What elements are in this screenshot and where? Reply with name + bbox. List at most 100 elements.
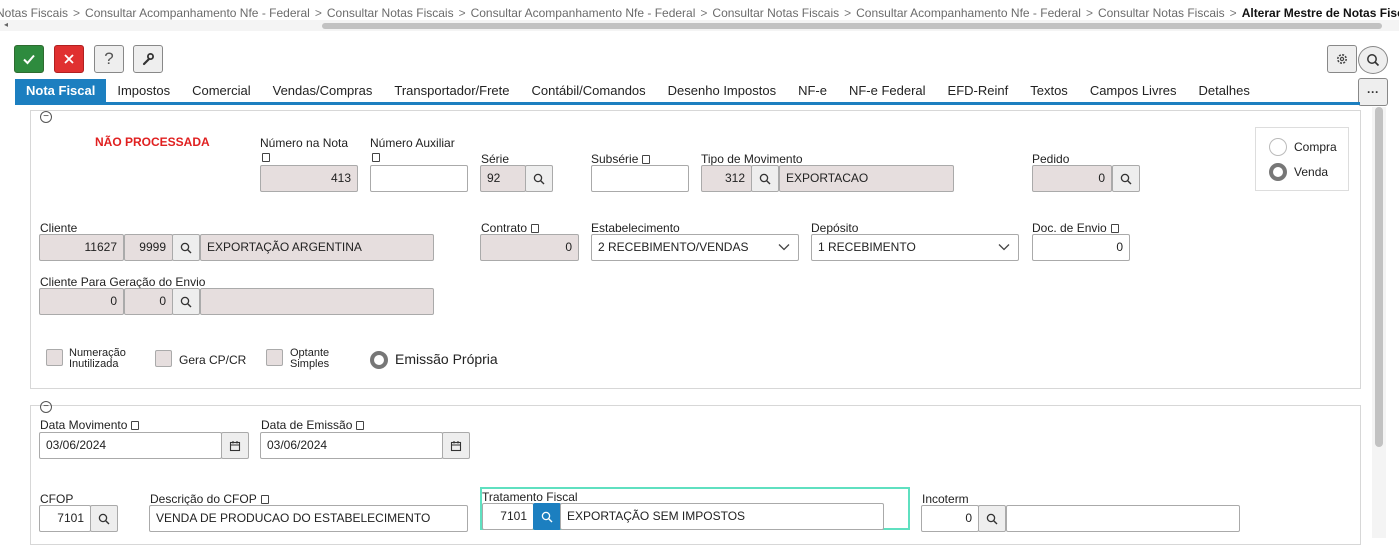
tipo-movimento-code[interactable]: 312: [701, 165, 752, 192]
gera-cpcr-checkbox[interactable]: [155, 350, 172, 367]
more-button[interactable]: ···: [1358, 78, 1388, 106]
tipo-movimento-label: Tipo de Movimento: [701, 152, 803, 166]
serie-field[interactable]: 92: [480, 165, 526, 192]
global-search-button[interactable]: [1358, 46, 1388, 74]
radio-compra-label: Compra: [1294, 140, 1337, 154]
calendar-icon: [229, 440, 241, 451]
tab-textos[interactable]: Textos: [1019, 79, 1079, 103]
incoterm-search-button[interactable]: [978, 505, 1006, 532]
tab-transportador-frete[interactable]: Transportador/Frete: [383, 79, 520, 103]
cliente-envio-code2[interactable]: 0: [124, 288, 173, 315]
tab-nfe[interactable]: NF-e: [787, 79, 838, 103]
breadcrumb-item[interactable]: Consultar Acompanhamento Nfe - Federal: [856, 6, 1081, 20]
cancel-button[interactable]: [54, 45, 84, 73]
tab-nota-fiscal[interactable]: Nota Fiscal: [15, 79, 107, 103]
copy-icon[interactable]: [356, 421, 365, 430]
breadcrumb-item[interactable]: Consultar Notas Fiscais: [327, 6, 454, 20]
chevron-down-icon[interactable]: [778, 243, 790, 251]
emissao-propria-label: Emissão Própria: [395, 351, 498, 367]
settings-button[interactable]: [1327, 45, 1357, 73]
emissao-propria-toggle[interactable]: [370, 351, 388, 369]
serie-search-button[interactable]: [525, 165, 553, 192]
cliente-envio-search-button[interactable]: [172, 288, 200, 315]
breadcrumb-current: Alterar Mestre de Notas Fiscais [ Série …: [1241, 6, 1399, 20]
cliente-label: Cliente: [40, 221, 78, 235]
collapse-section-icon[interactable]: −: [40, 111, 52, 123]
tab-nfe-federal[interactable]: NF-e Federal: [838, 79, 937, 103]
scrollbar-thumb[interactable]: [1375, 107, 1383, 447]
doc-envio-field[interactable]: 0: [1032, 234, 1130, 261]
tab-desenho-impostos[interactable]: Desenho Impostos: [657, 79, 787, 103]
search-icon: [986, 513, 998, 524]
data-movimento-calendar-button[interactable]: [221, 432, 249, 459]
pedido-search-button[interactable]: [1112, 165, 1140, 192]
incoterm-desc: [1006, 505, 1240, 532]
breadcrumb-item[interactable]: Consultar Acompanhamento Nfe - Federal: [471, 6, 696, 20]
estabelecimento-select[interactable]: 2 RECEBIMENTO/VENDAS: [591, 234, 799, 261]
chevron-down-icon[interactable]: [998, 243, 1010, 251]
tipo-movimento-desc: EXPORTACAO: [779, 165, 954, 192]
vertical-scrollbar[interactable]: [1372, 107, 1386, 538]
numero-nota-field[interactable]: 413: [260, 165, 358, 192]
numeracao-inutilizada-checkbox[interactable]: [46, 349, 63, 366]
search-icon: [1120, 173, 1132, 184]
copy-icon[interactable]: [1110, 224, 1119, 233]
descricao-cfop-field[interactable]: VENDA DE PRODUCAO DO ESTABELECIMENTO: [149, 505, 468, 532]
pedido-label: Pedido: [1032, 152, 1070, 166]
scrollbar-thumb[interactable]: [322, 23, 1382, 29]
copy-icon[interactable]: [260, 495, 269, 504]
breadcrumb-item[interactable]: Notas Fiscais: [0, 6, 68, 20]
data-emissao-field[interactable]: 03/06/2024: [260, 432, 443, 459]
tratamento-fiscal-search-button[interactable]: [533, 503, 561, 530]
search-icon: [180, 296, 192, 307]
tab-impostos[interactable]: Impostos: [106, 79, 181, 103]
breadcrumb-item[interactable]: Consultar Acompanhamento Nfe - Federal: [85, 6, 310, 20]
cliente-code[interactable]: 11627: [39, 234, 124, 261]
tratamento-fiscal-desc: EXPORTAÇÃO SEM IMPOSTOS: [560, 503, 884, 530]
copy-icon[interactable]: [372, 153, 380, 162]
doc-envio-label-text: Doc. de Envio: [1032, 221, 1107, 235]
incoterm-label: Incoterm: [922, 492, 969, 506]
tab-comercial[interactable]: Comercial: [181, 79, 262, 103]
search-icon: [541, 511, 553, 522]
pedido-field[interactable]: 0: [1032, 165, 1112, 192]
radio-venda[interactable]: [1269, 163, 1287, 181]
copy-icon[interactable]: [642, 155, 651, 164]
tab-vendas-compras[interactable]: Vendas/Compras: [262, 79, 384, 103]
gera-cpcr-label: Gera CP/CR: [179, 353, 247, 367]
horizontal-scrollbar[interactable]: ◂: [0, 20, 1399, 31]
tab-contabil-comandos[interactable]: Contábil/Comandos: [520, 79, 656, 103]
breadcrumb-item[interactable]: Consultar Notas Fiscais: [1098, 6, 1225, 20]
optante-simples-checkbox[interactable]: [266, 349, 283, 366]
scroll-left-icon[interactable]: ◂: [4, 20, 8, 29]
tipo-movimento-search-button[interactable]: [751, 165, 779, 192]
cliente-code2[interactable]: 9999: [124, 234, 173, 261]
cliente-envio-code[interactable]: 0: [39, 288, 124, 315]
data-movimento-field[interactable]: 03/06/2024: [39, 432, 222, 459]
radio-compra[interactable]: [1269, 138, 1287, 156]
tools-button[interactable]: [133, 45, 163, 73]
numero-auxiliar-field[interactable]: [370, 165, 468, 192]
confirm-button[interactable]: [14, 45, 44, 73]
tab-campos-livres[interactable]: Campos Livres: [1079, 79, 1188, 103]
incoterm-field[interactable]: 0: [921, 505, 979, 532]
cfop-field[interactable]: 7101: [39, 505, 91, 532]
copy-icon[interactable]: [131, 421, 140, 430]
tratamento-fiscal-code[interactable]: 7101: [482, 503, 534, 530]
descricao-cfop-label-text: Descrição do CFOP: [150, 492, 257, 506]
copy-icon[interactable]: [531, 224, 540, 233]
contrato-field[interactable]: 0: [480, 234, 579, 261]
cliente-envio-name: [200, 288, 434, 315]
help-button[interactable]: ?: [94, 45, 124, 73]
subserie-field[interactable]: [591, 165, 689, 192]
breadcrumb-item[interactable]: Consultar Notas Fiscais: [712, 6, 839, 20]
tab-detalhes[interactable]: Detalhes: [1188, 79, 1261, 103]
data-movimento-label: Data Movimento: [40, 418, 140, 432]
collapse-section-icon[interactable]: −: [40, 401, 52, 413]
copy-icon[interactable]: [262, 153, 270, 162]
deposito-select[interactable]: 1 RECEBIMENTO: [811, 234, 1019, 261]
cfop-search-button[interactable]: [90, 505, 118, 532]
cliente-search-button[interactable]: [172, 234, 200, 261]
tab-efd-reinf[interactable]: EFD-Reinf: [937, 79, 1020, 103]
data-emissao-calendar-button[interactable]: [442, 432, 470, 459]
